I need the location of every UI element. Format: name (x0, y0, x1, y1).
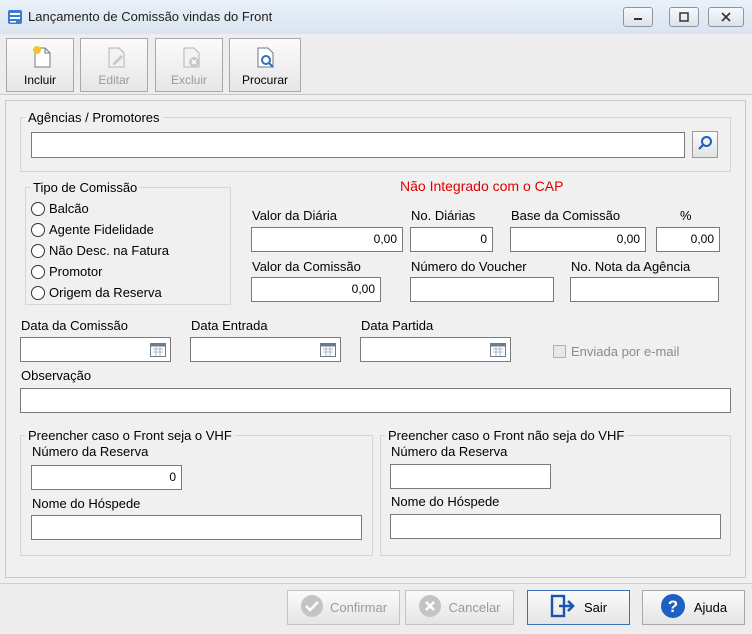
nao-vhf-numero-reserva-label: Número da Reserva (391, 444, 508, 459)
window-title: Lançamento de Comissão vindas do Front (28, 9, 273, 24)
app-icon (7, 9, 23, 25)
integration-status: Não Integrado com o CAP (400, 178, 564, 194)
sair-label: Sair (583, 600, 608, 615)
agencias-search-button[interactable] (692, 131, 718, 158)
observacao-label: Observação (21, 368, 92, 383)
radio-circle[interactable] (31, 264, 45, 279)
excluir-label: Excluir (170, 73, 207, 87)
percent-label: % (680, 208, 692, 223)
agencias-legend: Agências / Promotores (28, 110, 160, 125)
incluir-label: Incluir (23, 73, 56, 87)
vhf-nome-hospede-label: Nome do Hóspede (32, 496, 141, 511)
radio-promotor[interactable]: Promotor (31, 261, 169, 282)
maximize-icon (678, 10, 690, 25)
enviada-email-checkbox[interactable]: Enviada por e-mail (553, 344, 679, 359)
checkbox-box[interactable] (553, 345, 566, 358)
radio-balcao[interactable]: Balcão (31, 198, 169, 219)
close-button[interactable] (708, 7, 744, 27)
nao-vhf-nome-hospede-input[interactable] (390, 514, 721, 539)
calendar-icon[interactable] (150, 342, 166, 357)
incluir-button[interactable]: Incluir (6, 38, 74, 92)
radio-label: Balcão (49, 201, 89, 216)
toolbar-divider (0, 94, 752, 95)
cancelar-button[interactable]: Cancelar (405, 590, 514, 625)
no-diarias-input[interactable]: 0 (410, 227, 493, 252)
radio-label: Promotor (49, 264, 103, 279)
help-icon: ? (660, 593, 686, 622)
base-comissao-input[interactable]: 0,00 (510, 227, 646, 252)
tipo-comissao-legend: Tipo de Comissão (33, 180, 138, 195)
svg-text:?: ? (668, 597, 678, 616)
check-icon (300, 594, 324, 621)
ajuda-label: Ajuda (693, 600, 728, 615)
valor-diaria-label: Valor da Diária (252, 208, 338, 223)
cancelar-label: Cancelar (448, 600, 501, 615)
procurar-label: Procurar (241, 73, 288, 87)
data-comissao-label: Data da Comissão (21, 318, 128, 333)
nao-vhf-nome-hospede-label: Nome do Hóspede (391, 494, 500, 509)
radio-circle[interactable] (31, 222, 45, 237)
radio-label: Origem da Reserva (49, 285, 162, 300)
exit-icon (550, 594, 576, 621)
confirmar-button[interactable]: Confirmar (287, 590, 400, 625)
tipo-comissao-options: Balcão Agente Fidelidade Não Desc. na Fa… (31, 198, 169, 303)
no-diarias-label: No. Diárias (411, 208, 476, 223)
data-comissao-input[interactable] (20, 337, 171, 362)
vhf-numero-reserva-label: Número da Reserva (32, 444, 149, 459)
radio-circle[interactable] (31, 201, 45, 216)
calendar-icon[interactable] (490, 342, 506, 357)
data-entrada-label: Data Entrada (191, 318, 268, 333)
close-icon (720, 10, 732, 25)
nao-vhf-numero-reserva-input[interactable] (390, 464, 551, 489)
radio-nao-desc-fatura[interactable]: Não Desc. na Fatura (31, 240, 169, 261)
data-partida-input[interactable] (360, 337, 511, 362)
observacao-input[interactable] (20, 388, 731, 413)
minimize-icon (632, 10, 644, 25)
data-partida-label: Data Partida (361, 318, 434, 333)
radio-circle[interactable] (31, 243, 45, 258)
editar-label: Editar (98, 73, 130, 87)
new-document-icon (31, 45, 53, 69)
confirmar-label: Confirmar (329, 600, 388, 615)
front-vhf-legend: Preencher caso o Front seja o VHF (28, 428, 232, 443)
search-icon (697, 135, 713, 154)
valor-comissao-label: Valor da Comissão (252, 259, 361, 274)
ajuda-button[interactable]: ? Ajuda (642, 590, 745, 625)
vhf-numero-reserva-input[interactable]: 0 (31, 465, 182, 490)
minimize-button[interactable] (623, 7, 653, 27)
radio-origem-reserva[interactable]: Origem da Reserva (31, 282, 169, 303)
valor-diaria-input[interactable]: 0,00 (251, 227, 403, 252)
search-document-icon (254, 45, 276, 69)
valor-comissao-input[interactable]: 0,00 (251, 277, 381, 302)
edit-document-icon (105, 45, 127, 69)
numero-voucher-label: Número do Voucher (411, 259, 527, 274)
procurar-button[interactable]: Procurar (229, 38, 301, 92)
radio-label: Agente Fidelidade (49, 222, 154, 237)
vhf-nome-hospede-input[interactable] (31, 515, 362, 540)
numero-voucher-input[interactable] (410, 277, 554, 302)
base-comissao-label: Base da Comissão (511, 208, 621, 223)
radio-label: Não Desc. na Fatura (49, 243, 169, 258)
editar-button[interactable]: Editar (80, 38, 148, 92)
data-entrada-input[interactable] (190, 337, 341, 362)
calendar-icon[interactable] (320, 342, 336, 357)
percent-input[interactable]: 0,00 (656, 227, 720, 252)
enviada-email-label: Enviada por e-mail (571, 344, 680, 359)
excluir-button[interactable]: Excluir (155, 38, 223, 92)
radio-circle[interactable] (31, 285, 45, 300)
cancel-icon (418, 594, 442, 621)
sair-button[interactable]: Sair (527, 590, 630, 625)
front-nao-vhf-legend: Preencher caso o Front não seja do VHF (388, 428, 625, 443)
radio-agente-fidelidade[interactable]: Agente Fidelidade (31, 219, 169, 240)
no-nota-input[interactable] (570, 277, 719, 302)
no-nota-label: No. Nota da Agência (571, 259, 691, 274)
delete-document-icon (180, 45, 202, 69)
maximize-button[interactable] (669, 7, 699, 27)
agencias-input[interactable] (31, 132, 685, 158)
